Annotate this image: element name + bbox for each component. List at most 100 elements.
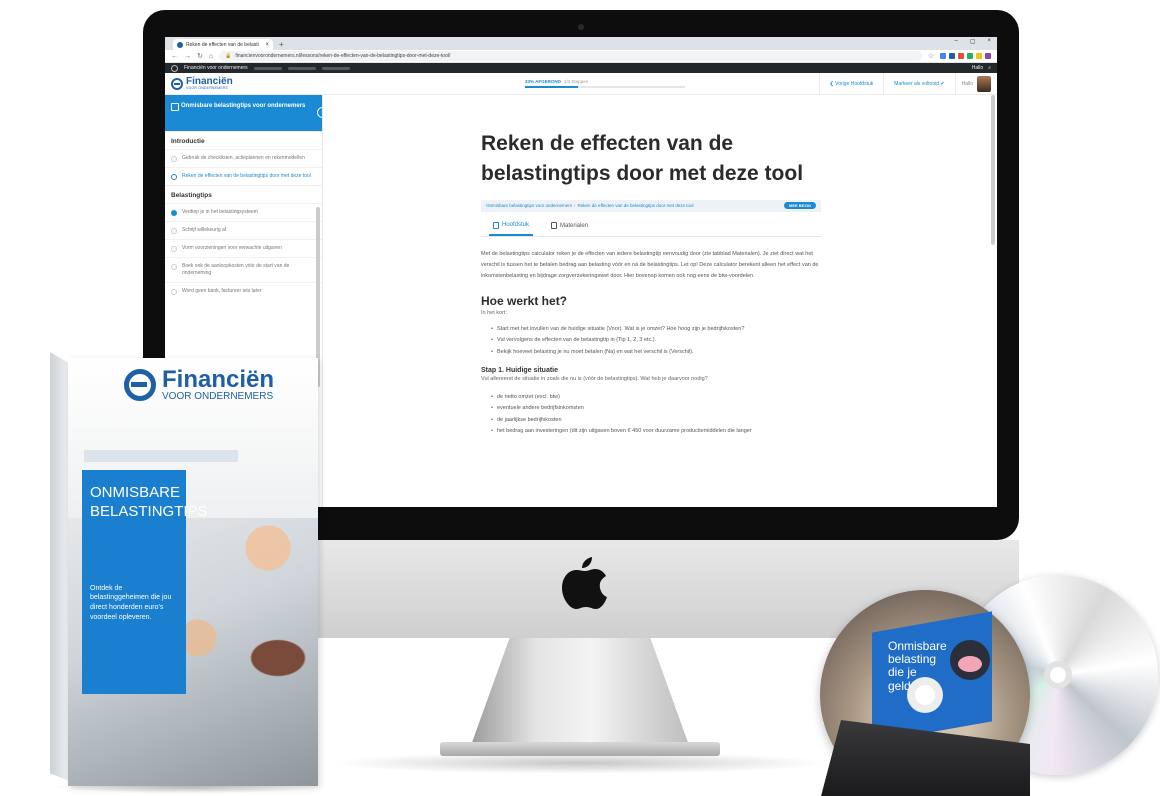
page-scrollbar[interactable]	[991, 95, 995, 245]
imac-foot	[440, 742, 720, 756]
browser-tab[interactable]: Reken de effecten van de belasti ×	[173, 39, 273, 50]
subsection-heading: Stap 1. Huidige situatie	[481, 366, 559, 374]
wp-menu-item[interactable]	[253, 66, 282, 70]
home-icon[interactable]: ⌂	[209, 53, 213, 60]
course-progress: 33% AFGEROND 1/3 Stappen	[525, 79, 685, 88]
maximize-button[interactable]: ▢	[970, 38, 976, 45]
box-title-line: ONMISBARE	[90, 484, 181, 501]
window-controls: – ▢ ×	[954, 38, 991, 45]
section-title: Introductie	[165, 131, 322, 149]
progress-label-row: 33% AFGEROND 1/3 Stappen	[525, 79, 685, 84]
progress-percent-label: 33% AFGEROND	[525, 79, 561, 84]
address-bar-url: financienvoorondernemers.nl/lessons/reke…	[235, 53, 451, 59]
box-title-panel: ONMISBARE BELASTINGTIPS Ontdek de belast…	[82, 470, 208, 694]
progress-track	[525, 86, 685, 88]
lesson-status-icon	[171, 174, 177, 180]
extension-icon[interactable]	[949, 53, 955, 59]
progress-fill	[525, 86, 578, 88]
wp-greeting: Hallo	[971, 65, 984, 71]
box-logo-subtitle: VOOR ONDERNEMERS	[162, 391, 274, 402]
breadcrumb-course[interactable]: Onmisbare belastingtips voor ondernemers	[486, 203, 572, 208]
favicon-icon	[177, 41, 183, 48]
search-icon[interactable]: ⌕	[988, 65, 991, 71]
sidebar-lesson-item[interactable]: Gebruik de checklisten, actieplannen en …	[165, 149, 322, 167]
wordpress-icon[interactable]	[171, 64, 178, 72]
list-item: Start met het invullen van de huidige si…	[491, 324, 821, 336]
back-icon[interactable]: ←	[171, 53, 178, 60]
breadcrumb-lesson[interactable]: Reken de effecten van de belastingtips d…	[578, 203, 694, 208]
materials-icon	[551, 222, 558, 230]
progress-steps: 1/3 Stappen	[563, 79, 589, 84]
list-item: het bedrag aan investeringen (dit zijn u…	[491, 426, 821, 438]
lesson-label: Schrijf willekeurig af	[182, 227, 227, 233]
bookmark-star-icon[interactable]: ☆	[928, 52, 934, 60]
chapter-icon	[493, 221, 499, 229]
user-greeting: Hallo	[961, 80, 973, 87]
minimize-button[interactable]: –	[954, 38, 957, 45]
course-title[interactable]: Onmisbare belastingtips voor ondernemers…	[165, 95, 322, 131]
extension-icon[interactable]	[958, 53, 964, 59]
browser-tab-strip: Reken de effecten van de belasti × + – ▢…	[165, 37, 997, 50]
list-item: eventuele andere bedrijfsinkomsten	[491, 403, 821, 415]
extension-icon[interactable]	[940, 53, 946, 59]
steps-list: Start met het invullen van de huidige si…	[481, 324, 821, 359]
close-window-button[interactable]: ×	[987, 38, 991, 45]
tab-hoofdstuk[interactable]: Hoofdstuk	[489, 221, 534, 236]
sidebar-lesson-item[interactable]: Word geen bank, factureer iets later	[165, 281, 322, 300]
forward-icon[interactable]: →	[184, 53, 191, 60]
camera-dot	[578, 24, 584, 30]
site-logo[interactable]: Financiën VOOR ONDERNEMERS	[165, 76, 315, 91]
browser-tab-title: Reken de effecten van de belasti	[186, 41, 259, 48]
sidebar-lesson-item-active[interactable]: Reken de effecten van de belastingtips d…	[165, 167, 322, 185]
previous-chapter-button[interactable]: ❮ Vorige Hoofdstuk	[818, 73, 884, 94]
box-title: ONMISBARE BELASTINGTIPS	[90, 484, 208, 522]
lesson-label: Boek ook de aanloopkosten vóór de start …	[182, 263, 290, 276]
logo-subtitle: VOOR ONDERNEMERS	[186, 85, 229, 90]
sidebar-lesson-item[interactable]: Verdiep je in het belastingsysteem	[165, 203, 322, 221]
box-tagline: Ontdek de belastinggeheimen die jou dire…	[90, 584, 172, 621]
sidebar-lesson-item[interactable]: Schrijf willekeurig af	[165, 221, 322, 239]
lock-icon: 🔒	[225, 53, 232, 59]
user-menu[interactable]: Hallo	[954, 73, 997, 94]
extension-icon[interactable]	[967, 53, 973, 59]
logo-mark-icon	[124, 369, 156, 401]
new-tab-button[interactable]: +	[279, 39, 284, 50]
browser-toolbar: ← → ↻ ⌂ 🔒 financienvoorondernemers.nl/le…	[165, 50, 997, 63]
box-title-line: BELASTINGTIPS	[90, 502, 208, 520]
wp-menu-item[interactable]	[321, 66, 350, 70]
needs-list: de netto omzet (excl. btw) eventuele and…	[481, 392, 821, 438]
extension-icon[interactable]	[976, 53, 982, 59]
lesson-status-icon	[171, 246, 177, 252]
lesson-label: Word geen bank, factureer iets later	[182, 287, 262, 294]
wp-menu-item[interactable]	[287, 66, 316, 70]
box-url-strip	[84, 450, 238, 462]
lesson-content: Reken de effecten van de belastingtips d…	[481, 129, 821, 438]
tab-label: Hoofdstuk	[502, 222, 530, 229]
list-item: Bekijk hoeveel belasting je nu moet beta…	[491, 347, 821, 359]
wp-account[interactable]: Hallo ⌕	[972, 65, 991, 71]
piggy-bank-icon	[950, 640, 990, 680]
tab-materialen[interactable]: Materialen	[551, 222, 588, 236]
list-item: Vul vervolgens de effecten van de belast…	[491, 335, 821, 347]
extension-icon[interactable]	[985, 53, 991, 59]
lesson-label: Verdiep je in het belastingsysteem	[182, 209, 258, 215]
sidebar-lesson-item[interactable]: Boek ook de aanloopkosten vóór de start …	[165, 257, 322, 282]
extension-icons	[940, 53, 991, 59]
lesson-status-icon	[171, 156, 177, 162]
wp-site-name[interactable]: Financiën voor ondernemers	[184, 65, 248, 71]
lesson-label: Gebruik de checklisten, actieplannen en …	[182, 155, 305, 161]
dvd-disc-hole	[1044, 661, 1072, 689]
page-title: Reken de effecten van de belastingtips d…	[481, 132, 804, 186]
collapse-sidebar-icon[interactable]: ‹	[317, 107, 322, 118]
imac-stand	[470, 638, 690, 748]
sidebar-lesson-item[interactable]: Vorm voorzieningen voor verwachte uitgav…	[165, 239, 322, 257]
address-bar[interactable]: 🔒 financienvoorondernemers.nl/lessons/re…	[219, 51, 922, 61]
lesson-header: Financiën VOOR ONDERNEMERS 33% AFGEROND 1…	[165, 73, 997, 95]
tab-close-icon[interactable]: ×	[265, 42, 269, 48]
section-heading: Hoe werkt het?	[481, 293, 568, 308]
mark-complete-button[interactable]: Markeer als voltooid ✔	[883, 73, 954, 94]
breadcrumb: Onmisbare belastingtips voor ondernemers…	[481, 199, 821, 212]
lesson-label: Vorm voorzieningen voor verwachte uitgav…	[182, 245, 282, 251]
reload-icon[interactable]: ↻	[197, 52, 203, 60]
dvd-label-hole	[907, 677, 943, 713]
